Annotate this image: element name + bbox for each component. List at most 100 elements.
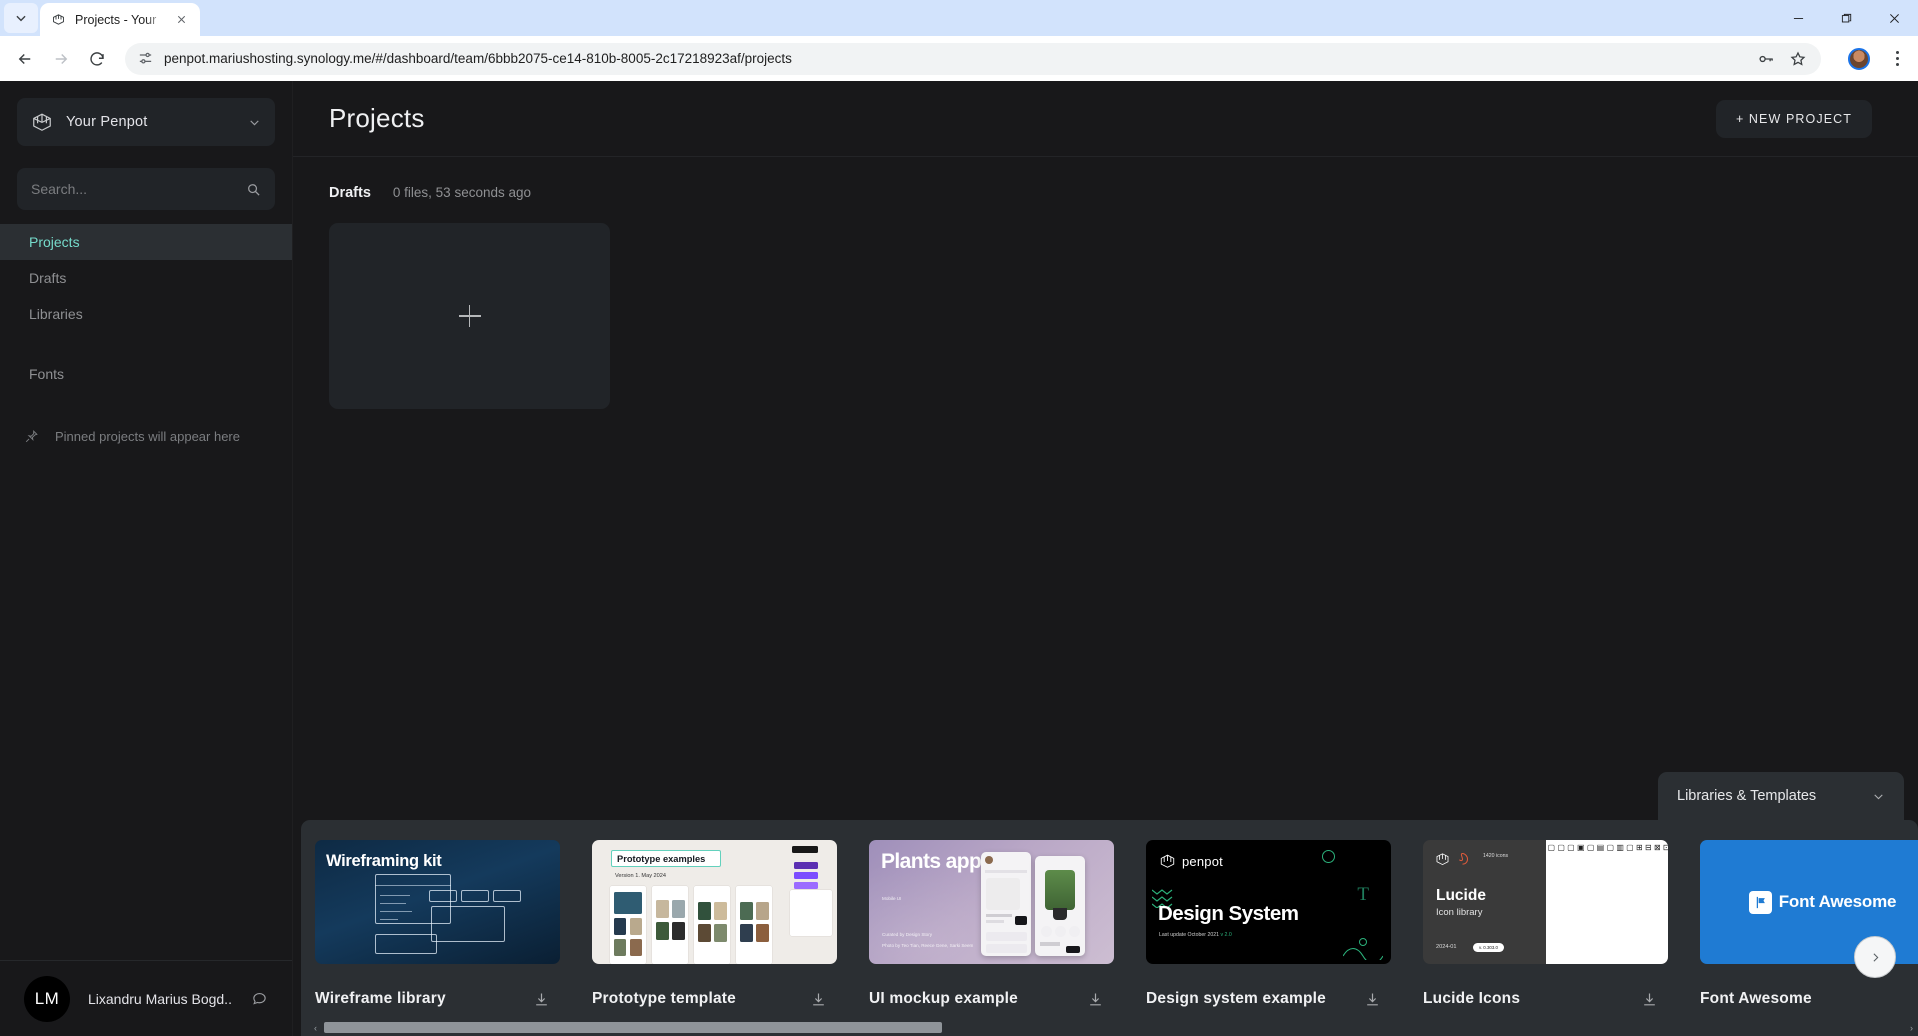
template-thumbnail: Wireframing kit bbox=[315, 840, 560, 964]
brand-name: penpot bbox=[1182, 853, 1223, 869]
account-avatar[interactable] bbox=[1848, 47, 1870, 70]
project-header: Drafts 0 files, 53 seconds ago bbox=[329, 185, 1882, 201]
project-name[interactable]: Drafts bbox=[329, 185, 371, 201]
thumb-subtitle: Mobile UI bbox=[882, 896, 902, 901]
sidebar-item-drafts[interactable]: Drafts bbox=[0, 260, 292, 296]
browser-tab[interactable]: Projects - Your bbox=[40, 3, 200, 36]
template-name: Prototype template bbox=[592, 990, 736, 1007]
scroll-right-arrow[interactable]: › bbox=[1905, 1023, 1918, 1033]
site-settings-icon[interactable] bbox=[137, 50, 154, 67]
new-file-card[interactable] bbox=[329, 223, 610, 409]
download-icon[interactable] bbox=[1364, 991, 1381, 1008]
template-card[interactable]: Font Awesome Font Awesome bbox=[1700, 840, 1918, 1008]
download-icon[interactable] bbox=[810, 991, 827, 1008]
window-controls bbox=[1774, 0, 1918, 36]
profile-name: Lixandru Marius Bogd... bbox=[88, 990, 233, 1007]
icon-grid-preview: ▢▢▢▣▢▤▢▥▢⊞⊟⊠⊡◫◧◨▢▣▢▤▢▥⊞⊟⊠⊡◫◧◨▢▣▢▤▥⊞⊟⊠⊡◫◧… bbox=[1547, 843, 1669, 852]
template-card[interactable]: Wireframing kit Wireframe library bbox=[315, 840, 560, 1008]
arrow-left-icon bbox=[18, 53, 31, 64]
template-card[interactable]: 1420 icons Lucide Icon library 2024-01 v… bbox=[1423, 840, 1668, 1008]
search-icon[interactable] bbox=[246, 182, 261, 197]
close-icon[interactable] bbox=[173, 11, 190, 28]
browser-window: Projects - Your penpot.mariushosting.syn… bbox=[0, 0, 1918, 1036]
back-button[interactable] bbox=[8, 42, 42, 76]
template-name: Lucide Icons bbox=[1423, 990, 1521, 1007]
font-awesome-icon bbox=[1748, 890, 1772, 914]
template-cards: Wireframing kit Wireframe library Protot… bbox=[315, 840, 1918, 1008]
download-icon[interactable] bbox=[1087, 991, 1104, 1008]
star-icon[interactable] bbox=[1789, 50, 1807, 68]
team-selector[interactable]: Your Penpot bbox=[17, 98, 275, 146]
template-card[interactable]: Prototype examples Version 1. May 2024 P… bbox=[592, 840, 837, 1008]
sidebar-item-libraries[interactable]: Libraries bbox=[0, 296, 292, 332]
download-icon[interactable] bbox=[533, 991, 550, 1008]
thumb-headline: Plants app bbox=[881, 850, 982, 873]
sidebar-nav: Projects Drafts Libraries Fonts bbox=[0, 224, 292, 392]
template-name: Wireframe library bbox=[315, 990, 446, 1007]
decorative-circle bbox=[1322, 850, 1335, 863]
url-text: penpot.mariushosting.synology.me/#/dashb… bbox=[164, 51, 792, 66]
template-footer: Lucide Icons bbox=[1423, 990, 1668, 1008]
search-box[interactable] bbox=[17, 168, 275, 210]
sidebar-item-projects[interactable]: Projects bbox=[0, 224, 292, 260]
user-profile[interactable]: LM Lixandru Marius Bogd... bbox=[0, 960, 292, 1036]
lucide-logo-icon bbox=[1459, 852, 1469, 865]
files-grid bbox=[329, 223, 1882, 409]
forward-button[interactable] bbox=[44, 42, 78, 76]
thumb-headline: Wireframing kit bbox=[326, 852, 442, 870]
penpot-logo-icon bbox=[1436, 853, 1449, 866]
horizontal-scrollbar[interactable]: ‹ › bbox=[309, 1019, 1918, 1036]
template-card[interactable]: Plants app Mobile UI Curated by Design S… bbox=[869, 840, 1114, 1008]
reload-button[interactable] bbox=[80, 42, 114, 76]
main-area: Projects + NEW PROJECT Drafts 0 files, 5… bbox=[293, 81, 1918, 1036]
pinned-projects-empty: Pinned projects will appear here bbox=[0, 429, 292, 444]
thumb-version: v 2.0 bbox=[1220, 932, 1232, 938]
main-header: Projects + NEW PROJECT bbox=[293, 81, 1918, 157]
libraries-templates-panel: Libraries & Templates Wireframing kit Wi… bbox=[301, 772, 1918, 1036]
template-name: UI mockup example bbox=[869, 990, 1018, 1007]
plus-icon bbox=[458, 305, 481, 327]
template-thumbnail: Prototype examples Version 1. May 2024 bbox=[592, 840, 837, 964]
thumb-version-badge: v. 0.303.0 bbox=[1473, 943, 1504, 952]
download-icon[interactable] bbox=[1641, 991, 1658, 1008]
penpot-dashboard: Your Penpot Projects Drafts bbox=[0, 81, 1918, 1036]
templates-carousel[interactable]: Wireframing kit Wireframe library Protot… bbox=[301, 820, 1918, 1036]
search-input[interactable] bbox=[31, 181, 236, 197]
sidebar-item-fonts[interactable]: Fonts bbox=[0, 356, 292, 392]
comment-icon[interactable] bbox=[251, 990, 268, 1007]
libraries-templates-title: Libraries & Templates bbox=[1677, 788, 1817, 804]
template-footer: Font Awesome bbox=[1700, 990, 1918, 1008]
scrollbar-thumb[interactable] bbox=[324, 1022, 942, 1033]
tab-search-button[interactable] bbox=[4, 3, 38, 33]
penpot-logo-icon bbox=[31, 110, 53, 134]
kebab-menu-icon[interactable] bbox=[1884, 44, 1910, 74]
thumb-subtitle: Icon library bbox=[1436, 907, 1483, 918]
thumb-headline: Lucide bbox=[1436, 887, 1486, 904]
carousel-next-button[interactable] bbox=[1854, 936, 1896, 978]
minimize-icon[interactable] bbox=[1774, 0, 1822, 36]
key-icon[interactable] bbox=[1757, 50, 1775, 68]
decorative-circle-2 bbox=[1359, 938, 1367, 946]
thumb-headline: Prototype examples bbox=[611, 850, 721, 867]
sidebar-item-label: Projects bbox=[29, 234, 80, 250]
chevron-right-icon bbox=[1872, 952, 1878, 962]
template-name: Design system example bbox=[1146, 990, 1326, 1007]
pinned-projects-label: Pinned projects will appear here bbox=[55, 429, 240, 444]
chevron-down-icon bbox=[1872, 790, 1885, 803]
maximize-icon[interactable] bbox=[1822, 0, 1870, 36]
template-name: Font Awesome bbox=[1700, 990, 1812, 1007]
sidebar-item-label: Fonts bbox=[29, 366, 65, 382]
window-close-icon[interactable] bbox=[1870, 0, 1918, 36]
reload-icon bbox=[90, 51, 104, 66]
address-bar[interactable]: penpot.mariushosting.synology.me/#/dashb… bbox=[125, 42, 1821, 75]
scroll-left-arrow[interactable]: ‹ bbox=[309, 1023, 322, 1033]
thumb-headline: Font Awesome bbox=[1778, 892, 1897, 911]
nav-divider-gap bbox=[0, 332, 292, 356]
new-project-button[interactable]: + NEW PROJECT bbox=[1715, 99, 1872, 138]
project-meta: 0 files, 53 seconds ago bbox=[392, 185, 531, 200]
template-card[interactable]: penpot T Design System Last update Octob… bbox=[1146, 840, 1391, 1008]
libraries-templates-toggle[interactable]: Libraries & Templates bbox=[1658, 772, 1904, 820]
penpot-favicon bbox=[50, 11, 67, 28]
avatar[interactable]: LM bbox=[24, 975, 70, 1022]
scrollbar-track[interactable] bbox=[322, 1021, 1905, 1034]
